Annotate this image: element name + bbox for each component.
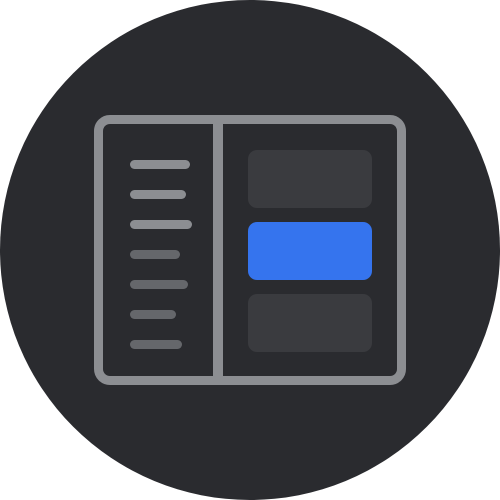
sidebar-line: [130, 250, 180, 259]
stage: [0, 0, 500, 500]
content-card-selected: [248, 222, 372, 280]
sidebar-line: [130, 340, 182, 349]
content-card: [248, 294, 372, 352]
sidebar-line: [130, 310, 176, 319]
content-card: [248, 150, 372, 208]
sidebar-line: [130, 190, 186, 199]
sidebar-line: [130, 220, 192, 229]
sidebar-line: [130, 160, 190, 169]
sidebar-line: [130, 280, 188, 289]
sidebar-divider: [213, 124, 223, 376]
